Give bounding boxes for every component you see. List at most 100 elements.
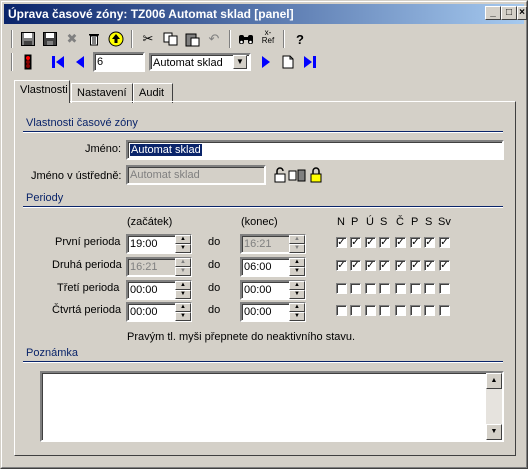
end-spinner[interactable]: ▲ ▼ bbox=[289, 258, 305, 276]
spin-down-icon[interactable]: ▼ bbox=[289, 290, 305, 299]
day-checkbox[interactable] bbox=[379, 283, 390, 294]
title-bar[interactable]: Úprava časové zóny: TZ006 Automat sklad … bbox=[4, 4, 524, 24]
day-checkbox[interactable]: ✓ bbox=[410, 260, 421, 271]
day-checkbox[interactable]: ✓ bbox=[395, 260, 406, 271]
tab-vlastnosti[interactable]: Vlastnosti bbox=[14, 80, 70, 103]
find-icon[interactable] bbox=[237, 30, 255, 48]
period-label: Druhá perioda bbox=[52, 259, 122, 271]
record-select-dropdown[interactable]: ▼ bbox=[233, 55, 247, 69]
day-checkbox[interactable]: ✓ bbox=[350, 237, 361, 248]
spin-up-icon[interactable]: ▲ bbox=[289, 303, 305, 312]
first-record-icon[interactable] bbox=[49, 53, 67, 71]
toolbar-grip bbox=[11, 30, 13, 48]
day-checkbox[interactable]: ✓ bbox=[424, 237, 435, 248]
toolbar-separator bbox=[229, 30, 231, 48]
day-checkbox[interactable]: ✓ bbox=[439, 260, 450, 271]
spin-down-icon[interactable]: ▼ bbox=[289, 312, 305, 321]
end-spinner[interactable]: ▲ ▼ bbox=[289, 281, 305, 299]
maximize-button[interactable]: □ bbox=[501, 6, 517, 20]
scroll-up-button[interactable]: ▲ bbox=[486, 373, 502, 389]
spin-down-icon: ▼ bbox=[175, 267, 191, 276]
minimize-button[interactable]: _ bbox=[485, 6, 501, 20]
save-icon[interactable] bbox=[19, 30, 37, 48]
delete-icon[interactable] bbox=[85, 30, 103, 48]
new-record-icon[interactable] bbox=[279, 53, 297, 71]
day-checkbox[interactable]: ✓ bbox=[379, 237, 390, 248]
tab-audit[interactable]: Audit bbox=[133, 83, 173, 103]
next-record-icon[interactable] bbox=[257, 53, 275, 71]
day-checkbox[interactable]: ✓ bbox=[365, 260, 376, 271]
note-scrollbar[interactable]: ▲ ▼ bbox=[486, 373, 502, 440]
record-number-field[interactable]: 6 bbox=[93, 52, 145, 72]
period-to-label: do bbox=[208, 259, 221, 271]
day-checkbox[interactable]: ✓ bbox=[410, 237, 421, 248]
refresh-ref-icon[interactable]: x- Ref bbox=[259, 28, 277, 46]
start-spinner[interactable]: ▲ ▼ bbox=[175, 235, 191, 253]
spin-down-icon[interactable]: ▼ bbox=[175, 312, 191, 321]
cut-icon[interactable]: ✂ bbox=[139, 30, 157, 48]
day-checkbox[interactable] bbox=[336, 305, 347, 316]
spin-up-icon[interactable]: ▲ bbox=[175, 303, 191, 312]
paste-icon[interactable] bbox=[183, 30, 201, 48]
day-checkbox[interactable] bbox=[365, 283, 376, 294]
weekday-header: Sv bbox=[438, 216, 451, 228]
spin-down-icon[interactable]: ▼ bbox=[175, 290, 191, 299]
day-checkbox[interactable] bbox=[336, 283, 347, 294]
spin-up-icon[interactable]: ▲ bbox=[175, 235, 191, 244]
day-checkbox[interactable] bbox=[395, 305, 406, 316]
scroll-down-button[interactable]: ▼ bbox=[486, 424, 502, 440]
lock-open-icon[interactable] bbox=[271, 166, 289, 184]
navigator-bar: 6 Automat sklad ▼ bbox=[5, 51, 525, 73]
day-checkbox[interactable]: ✓ bbox=[439, 237, 450, 248]
spin-up-icon: ▲ bbox=[289, 235, 305, 244]
day-checkbox[interactable] bbox=[395, 283, 406, 294]
note-textarea[interactable] bbox=[40, 371, 504, 442]
day-checkbox[interactable]: ✓ bbox=[336, 237, 347, 248]
day-checkbox[interactable] bbox=[350, 305, 361, 316]
transfer-icon[interactable] bbox=[288, 166, 306, 184]
spin-up-icon[interactable]: ▲ bbox=[289, 281, 305, 290]
day-checkbox[interactable]: ✓ bbox=[424, 260, 435, 271]
day-checkbox[interactable]: ✓ bbox=[395, 237, 406, 248]
arrow-up-icon: ▲ bbox=[486, 373, 502, 389]
section-title-note: Poznámka bbox=[26, 347, 78, 359]
upload-icon[interactable] bbox=[107, 30, 125, 48]
spin-down-icon[interactable]: ▼ bbox=[289, 267, 305, 276]
tab-nastaveni[interactable]: Nastavení bbox=[71, 83, 133, 103]
undo-icon[interactable]: ↶ bbox=[205, 30, 223, 48]
day-checkbox[interactable] bbox=[410, 305, 421, 316]
start-spinner[interactable]: ▲ ▼ bbox=[175, 281, 191, 299]
day-checkbox[interactable] bbox=[365, 305, 376, 316]
day-checkbox[interactable] bbox=[424, 305, 435, 316]
day-checkbox[interactable] bbox=[410, 283, 421, 294]
spin-down-icon[interactable]: ▼ bbox=[175, 244, 191, 253]
section-divider bbox=[23, 206, 503, 208]
start-spinner[interactable]: ▲ ▼ bbox=[175, 303, 191, 321]
period-to-label: do bbox=[208, 282, 221, 294]
day-checkbox[interactable]: ✓ bbox=[336, 260, 347, 271]
day-checkbox[interactable] bbox=[439, 283, 450, 294]
name-input[interactable]: Automat sklad bbox=[126, 140, 504, 160]
day-checkbox[interactable]: ✓ bbox=[365, 237, 376, 248]
day-checkbox[interactable] bbox=[379, 305, 390, 316]
spin-up-icon[interactable]: ▲ bbox=[289, 258, 305, 267]
day-checkbox[interactable] bbox=[439, 305, 450, 316]
save-close-icon[interactable] bbox=[41, 30, 59, 48]
chevron-down-icon: ▼ bbox=[233, 55, 247, 69]
end-spinner[interactable]: ▲ ▼ bbox=[289, 303, 305, 321]
weekday-header: P bbox=[351, 216, 359, 228]
day-checkbox[interactable]: ✓ bbox=[350, 260, 361, 271]
cancel-icon[interactable]: ✖ bbox=[63, 30, 81, 48]
prev-record-icon[interactable] bbox=[71, 53, 89, 71]
help-icon[interactable]: ? bbox=[291, 30, 309, 48]
close-button[interactable]: × bbox=[517, 6, 527, 20]
spin-up-icon[interactable]: ▲ bbox=[175, 281, 191, 290]
day-checkbox[interactable] bbox=[350, 283, 361, 294]
end-header: (konec) bbox=[241, 216, 278, 228]
last-record-icon[interactable] bbox=[301, 53, 319, 71]
day-checkbox[interactable]: ✓ bbox=[379, 260, 390, 271]
weekday-header: P bbox=[411, 216, 419, 228]
day-checkbox[interactable] bbox=[424, 283, 435, 294]
lock-closed-icon[interactable] bbox=[307, 166, 325, 184]
copy-icon[interactable] bbox=[161, 30, 179, 48]
